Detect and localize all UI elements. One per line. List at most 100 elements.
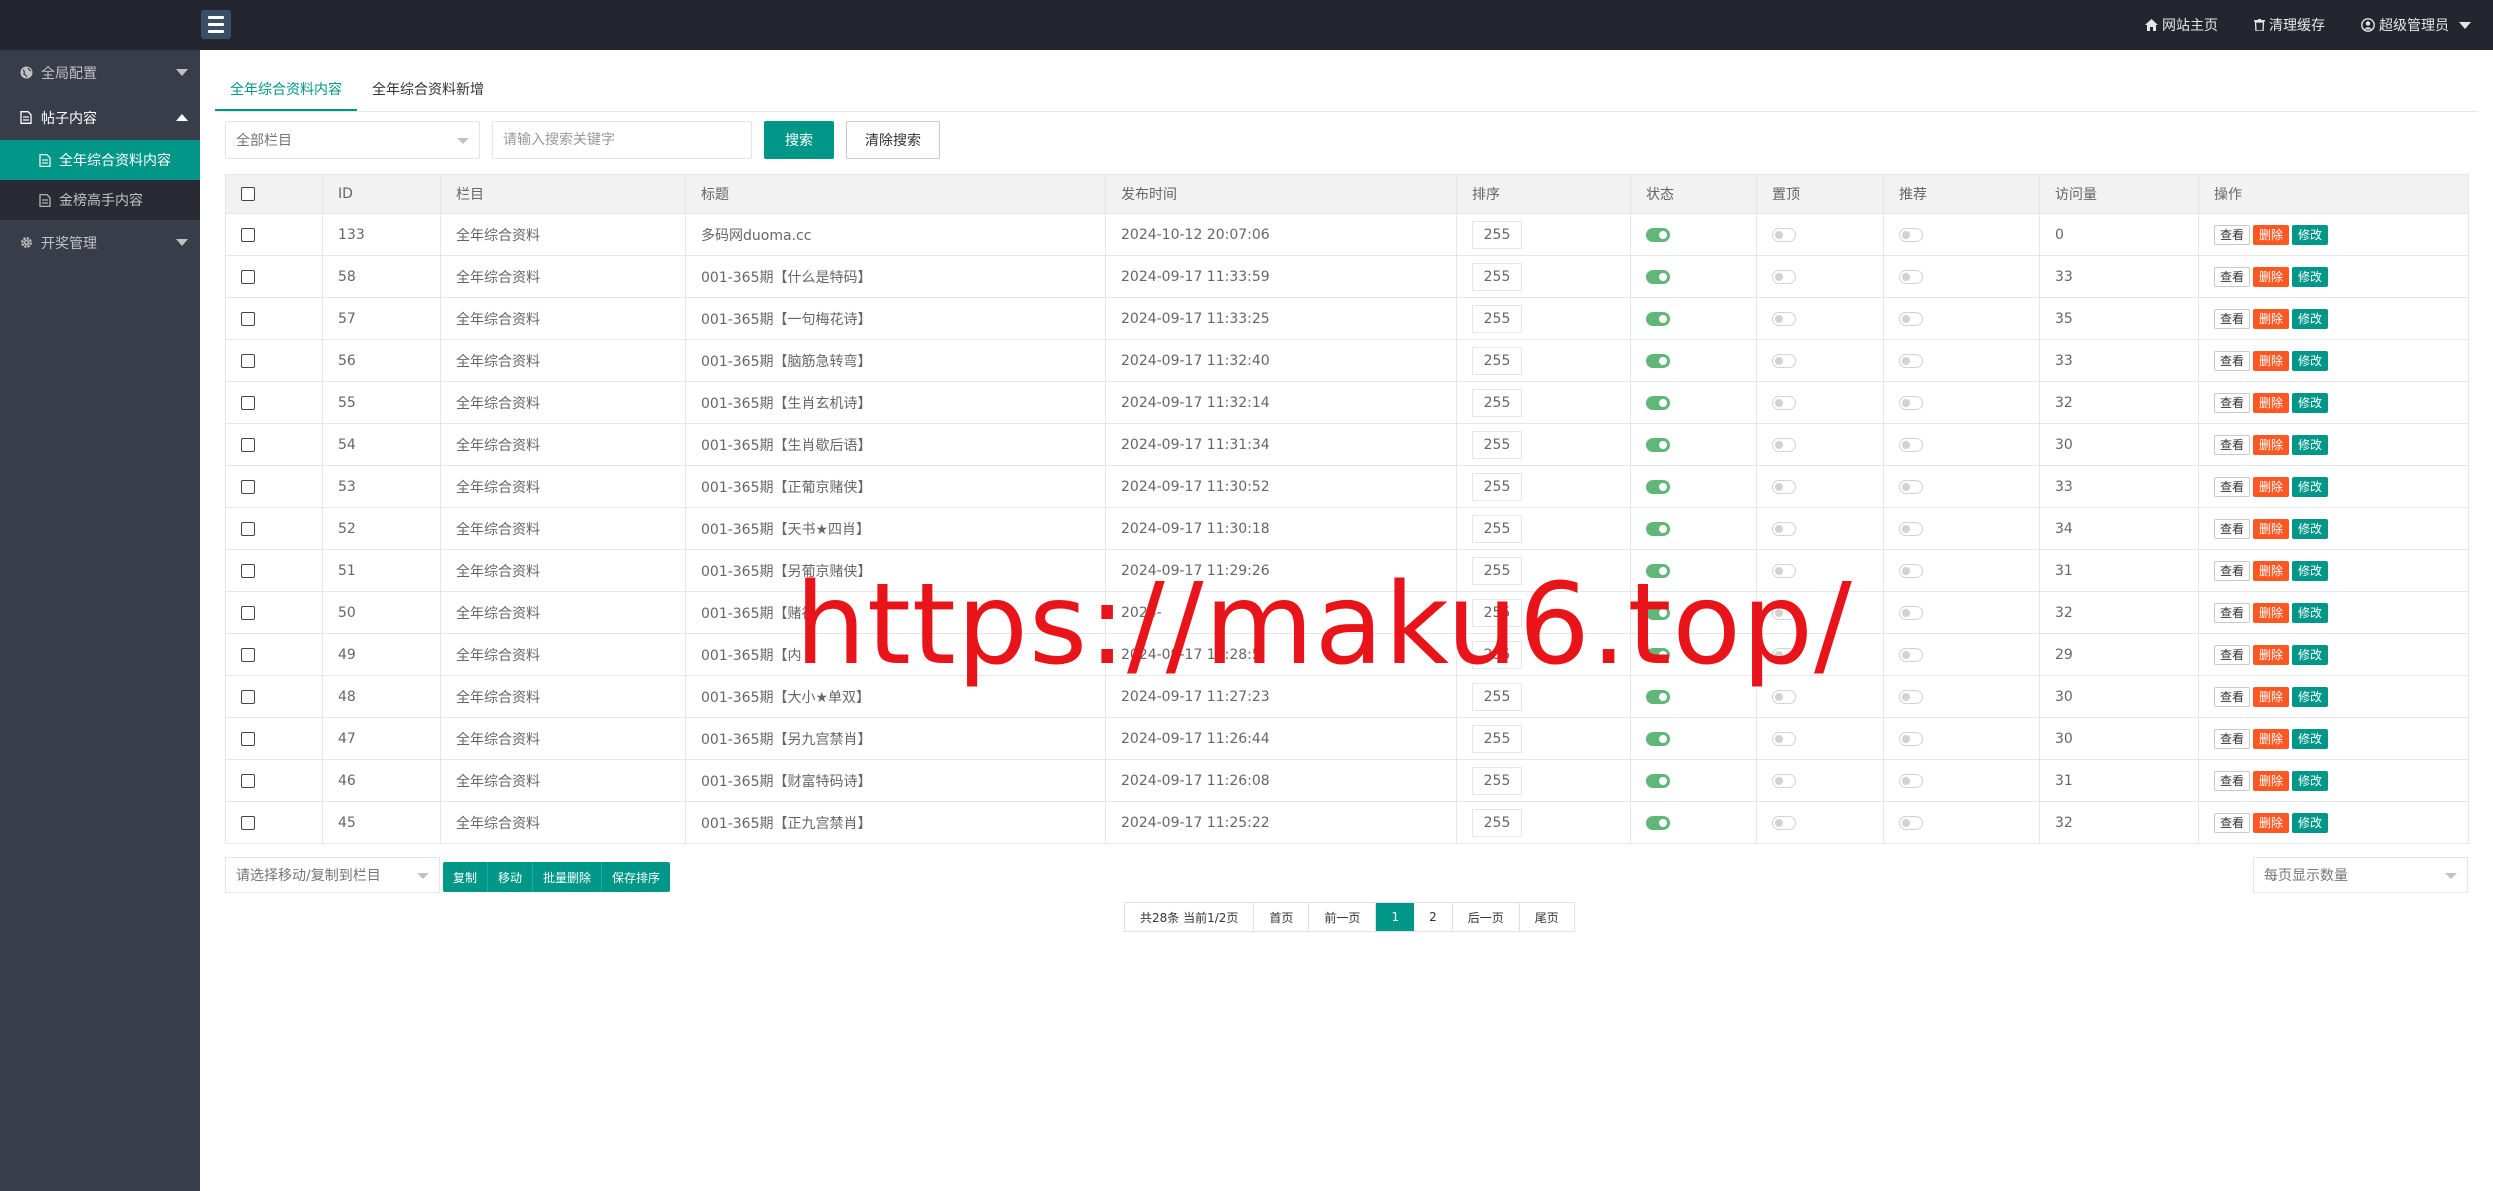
status-toggle[interactable]	[1646, 605, 1670, 620]
row-checkbox[interactable]	[241, 437, 255, 452]
recommend-toggle[interactable]	[1899, 395, 1923, 410]
row-checkbox[interactable]	[241, 731, 255, 746]
status-toggle[interactable]	[1646, 731, 1670, 746]
delete-button[interactable]: 删除	[2253, 728, 2290, 749]
save-sort-button[interactable]: 保存排序	[602, 862, 671, 892]
sort-input[interactable]: 255	[1472, 346, 1522, 375]
edit-button[interactable]: 修改	[2292, 686, 2329, 707]
prev-page-button[interactable]: 前一页	[1309, 903, 1377, 931]
edit-button[interactable]: 修改	[2292, 602, 2329, 623]
delete-button[interactable]: 删除	[2253, 644, 2290, 665]
delete-button[interactable]: 删除	[2253, 770, 2290, 791]
sort-input[interactable]: 255	[1472, 220, 1522, 249]
top-toggle[interactable]	[1772, 437, 1796, 452]
first-page-button[interactable]: 首页	[1254, 903, 1310, 931]
sort-input[interactable]: 255	[1472, 472, 1522, 501]
edit-button[interactable]: 修改	[2292, 350, 2329, 371]
sidebar-item-global-config[interactable]: 全局配置	[0, 50, 200, 95]
sort-input[interactable]: 255	[1472, 640, 1522, 669]
sidebar-subitem-master-content[interactable]: 金榜高手内容	[0, 180, 200, 220]
recommend-toggle[interactable]	[1899, 269, 1923, 284]
edit-button[interactable]: 修改	[2292, 812, 2329, 833]
delete-button[interactable]: 删除	[2253, 686, 2290, 707]
view-button[interactable]: 查看	[2214, 812, 2251, 833]
last-page-button[interactable]: 尾页	[1520, 903, 1574, 931]
clear-cache-link[interactable]: 清理缓存	[2254, 15, 2325, 35]
status-toggle[interactable]	[1646, 773, 1670, 788]
view-button[interactable]: 查看	[2214, 602, 2251, 623]
search-input[interactable]	[492, 121, 752, 159]
view-button[interactable]: 查看	[2214, 308, 2251, 329]
tab-annual-content[interactable]: 全年综合资料内容	[215, 70, 357, 111]
edit-button[interactable]: 修改	[2292, 560, 2329, 581]
column-header[interactable]: 栏目	[440, 174, 686, 214]
row-checkbox[interactable]	[241, 269, 255, 284]
sort-input[interactable]: 255	[1472, 430, 1522, 459]
row-checkbox[interactable]	[241, 395, 255, 410]
top-toggle[interactable]	[1772, 227, 1796, 242]
per-page-select[interactable]: 每页显示数量	[2253, 857, 2468, 893]
column-header[interactable]: 标题	[685, 174, 1106, 214]
search-button[interactable]: 搜索	[764, 121, 834, 159]
sort-input[interactable]: 255	[1472, 556, 1522, 585]
top-toggle[interactable]	[1772, 689, 1796, 704]
edit-button[interactable]: 修改	[2292, 308, 2329, 329]
next-page-button[interactable]: 后一页	[1453, 903, 1520, 931]
column-header[interactable]: 发布时间	[1105, 174, 1457, 214]
delete-button[interactable]: 删除	[2253, 224, 2290, 245]
recommend-toggle[interactable]	[1899, 521, 1923, 536]
recommend-toggle[interactable]	[1899, 227, 1923, 242]
edit-button[interactable]: 修改	[2292, 434, 2329, 455]
move-copy-category-select[interactable]: 请选择移动/复制到栏目	[225, 857, 440, 893]
top-toggle[interactable]	[1772, 269, 1796, 284]
status-toggle[interactable]	[1646, 815, 1670, 830]
row-checkbox[interactable]	[241, 605, 255, 620]
delete-button[interactable]: 删除	[2253, 602, 2290, 623]
sort-input[interactable]: 255	[1472, 598, 1522, 627]
menu-toggle-icon[interactable]	[201, 10, 231, 39]
view-button[interactable]: 查看	[2214, 686, 2251, 707]
edit-button[interactable]: 修改	[2292, 476, 2329, 497]
column-header[interactable]: 排序	[1456, 174, 1631, 214]
view-button[interactable]: 查看	[2214, 266, 2251, 287]
select-all-checkbox[interactable]	[241, 187, 255, 201]
sort-input[interactable]: 255	[1472, 304, 1522, 333]
row-checkbox[interactable]	[241, 521, 255, 536]
top-toggle[interactable]	[1772, 479, 1796, 494]
top-toggle[interactable]	[1772, 395, 1796, 410]
view-button[interactable]: 查看	[2214, 476, 2251, 497]
status-toggle[interactable]	[1646, 311, 1670, 326]
column-header[interactable]: 访问量	[2039, 174, 2199, 214]
delete-button[interactable]: 删除	[2253, 350, 2290, 371]
top-toggle[interactable]	[1772, 815, 1796, 830]
status-toggle[interactable]	[1646, 647, 1670, 662]
top-toggle[interactable]	[1772, 353, 1796, 368]
page-button[interactable]: 2	[1414, 903, 1453, 931]
edit-button[interactable]: 修改	[2292, 224, 2329, 245]
row-checkbox[interactable]	[241, 479, 255, 494]
copy-button[interactable]: 复制	[443, 862, 489, 892]
row-checkbox[interactable]	[241, 311, 255, 326]
edit-button[interactable]: 修改	[2292, 266, 2329, 287]
batch-delete-button[interactable]: 批量删除	[533, 862, 603, 892]
status-toggle[interactable]	[1646, 395, 1670, 410]
recommend-toggle[interactable]	[1899, 353, 1923, 368]
delete-button[interactable]: 删除	[2253, 266, 2290, 287]
home-link[interactable]: 网站主页	[2145, 15, 2218, 35]
view-button[interactable]: 查看	[2214, 644, 2251, 665]
status-toggle[interactable]	[1646, 689, 1670, 704]
recommend-toggle[interactable]	[1899, 689, 1923, 704]
status-toggle[interactable]	[1646, 479, 1670, 494]
row-checkbox[interactable]	[241, 647, 255, 662]
view-button[interactable]: 查看	[2214, 518, 2251, 539]
sort-input[interactable]: 255	[1472, 724, 1522, 753]
edit-button[interactable]: 修改	[2292, 518, 2329, 539]
delete-button[interactable]: 删除	[2253, 308, 2290, 329]
column-header[interactable]: 推荐	[1883, 174, 2040, 214]
row-checkbox[interactable]	[241, 773, 255, 788]
row-checkbox[interactable]	[241, 563, 255, 578]
page-button-current[interactable]: 1	[1376, 903, 1415, 931]
sidebar-item-lottery-management[interactable]: 开奖管理	[0, 220, 200, 265]
view-button[interactable]: 查看	[2214, 392, 2251, 413]
status-toggle[interactable]	[1646, 521, 1670, 536]
